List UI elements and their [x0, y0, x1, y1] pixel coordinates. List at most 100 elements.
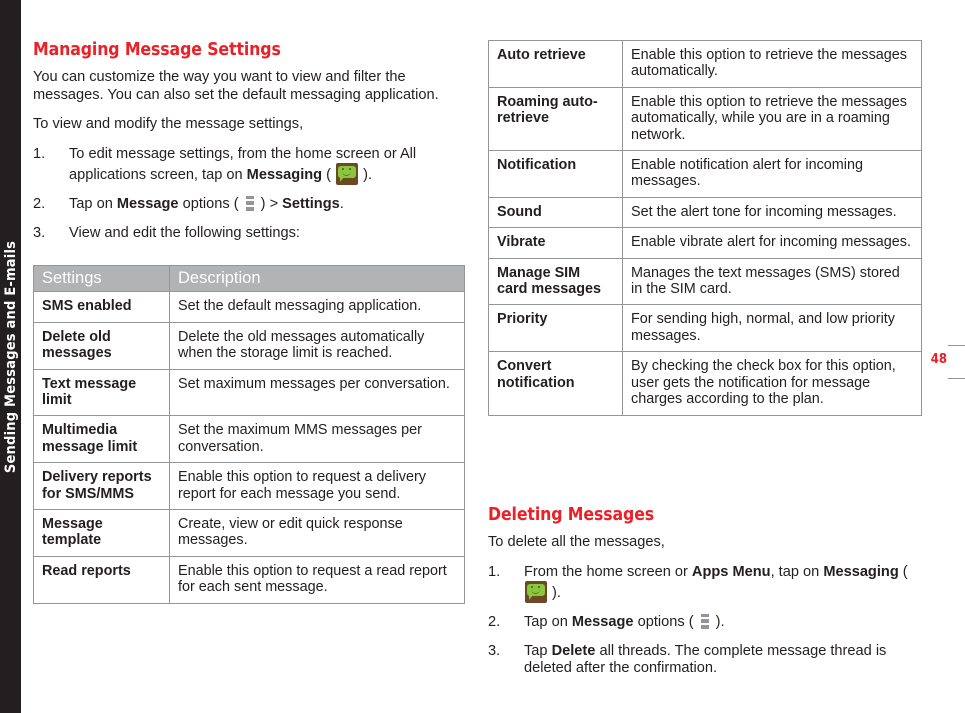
list-item: 1. From the home screen or Apps Menu, tap… [488, 564, 908, 604]
table-row: Multimedia message limit Set the maximum… [33, 415, 465, 464]
table-row: Vibrate Enable vibrate alert for incomin… [488, 227, 922, 259]
step-text-mid: , tap on [770, 563, 824, 580]
page-number-rule-bottom [948, 378, 965, 379]
step-text: Tap on [69, 196, 117, 213]
right-column: Auto retrieve Enable this option to retr… [488, 0, 922, 713]
setting-name: Message template [33, 509, 170, 557]
list-item: 3. View and edit the following settings: [33, 225, 453, 243]
setting-name: Vibrate [488, 227, 623, 259]
step-bold-term: Apps Menu [691, 563, 771, 580]
step-number: 1. [33, 145, 46, 162]
managing-message-settings-section: Managing Message Settings You can custom… [33, 40, 453, 254]
page-number-rule-top [948, 345, 965, 346]
setting-description: By checking the check box for this optio… [622, 351, 922, 416]
setting-name: Auto retrieve [488, 40, 623, 88]
list-item: 2. Tap on Message options ( ). [488, 614, 908, 632]
page-number: 48 [930, 352, 947, 367]
column-header-description: Description [169, 264, 465, 293]
column-header-settings: Settings [33, 264, 170, 293]
deleting-steps-list: 1. From the home screen or Apps Menu, tap… [488, 564, 908, 678]
table-row: Auto retrieve Enable this option to retr… [488, 40, 922, 88]
setting-description: Enable notification alert for incoming m… [622, 150, 922, 198]
chapter-tab-label: Sending Messages and E-mails [2, 240, 19, 473]
table-row: Notification Enable notification alert f… [488, 150, 922, 198]
setting-name: SMS enabled [33, 291, 170, 323]
setting-name: Read reports [33, 555, 170, 604]
setting-name: Delete old messages [33, 321, 170, 370]
step-bold-term-2: Messaging [823, 563, 899, 580]
table-row: Delete old messages Delete the old messa… [33, 321, 465, 370]
step-text-after: ). [711, 614, 725, 631]
page-title: Managing Message Settings [33, 40, 281, 60]
setting-description: Set the maximum MMS messages per convers… [169, 415, 465, 464]
step-text: From the home screen or [524, 563, 692, 580]
table-row: Manage SIM card messages Manages the tex… [488, 257, 922, 306]
setting-name: Multimedia message limit [33, 415, 170, 464]
step-number: 1. [488, 563, 501, 580]
list-item: 2. Tap on Message options ( ) > Settings. [33, 196, 453, 214]
intro-paragraph: You can customize the way you want to vi… [33, 69, 439, 103]
setting-name: Text message limit [33, 368, 170, 417]
table-row: Sound Set the alert tone for incoming me… [488, 196, 922, 229]
step-text-after: ) > [256, 196, 283, 213]
deleting-messages-title: Deleting Messages [488, 505, 655, 525]
setting-name: Convert notification [488, 351, 623, 416]
deleting-messages-section: Deleting Messages To delete all the mess… [488, 505, 908, 689]
settings-table-container: Settings Description SMS enabled Set the… [33, 264, 465, 604]
setting-description: Create, view or edit quick response mess… [169, 509, 465, 557]
setting-description: Enable this option to retrieve the messa… [622, 40, 922, 88]
setting-name: Roaming auto-retrieve [488, 86, 623, 152]
settings-table-continued-container: Auto retrieve Enable this option to retr… [488, 40, 922, 416]
left-column: Managing Message Settings You can custom… [33, 0, 465, 713]
list-item: 3. Tap Delete all threads. The complete m… [488, 643, 908, 678]
step-number: 3. [488, 642, 501, 659]
setting-description: Enable this option to request a delivery… [169, 462, 465, 511]
setting-description: Set the default messaging application. [169, 291, 465, 323]
table-header-row: Settings Description [33, 264, 465, 293]
table-row: Priority For sending high, normal, and l… [488, 304, 922, 353]
setting-name: Manage SIM card messages [488, 257, 623, 306]
setting-description: For sending high, normal, and low priori… [622, 304, 922, 353]
setting-description: Set the alert tone for incoming messages… [622, 196, 922, 229]
step-text-mid: options ( [633, 614, 698, 631]
step-number: 2. [33, 196, 46, 213]
setting-name: Priority [488, 304, 623, 353]
setting-description: Manages the text messages (SMS) stored i… [622, 257, 922, 306]
deleting-lead-in-text: To delete all the messages, [488, 534, 665, 550]
setting-name: Sound [488, 196, 623, 229]
setting-description: Enable vibrate alert for incoming messag… [622, 227, 922, 259]
step-bold-term: Delete [551, 642, 596, 659]
step-text: View and edit the following settings: [69, 224, 300, 241]
table-row: Convert notification By checking the che… [488, 351, 922, 416]
settings-table-continued: Auto retrieve Enable this option to retr… [488, 40, 922, 416]
step-text-after: ( [898, 563, 908, 580]
chapter-tab: Sending Messages and E-mails [0, 0, 21, 713]
settings-table: Settings Description SMS enabled Set the… [33, 264, 465, 604]
setting-description: Delete the old messages automatically wh… [169, 321, 465, 370]
step-bold-term: Message [116, 196, 179, 213]
step-text-end: ). [548, 585, 561, 602]
step-bold-term: Messaging [246, 167, 323, 184]
setting-name: Delivery reports for SMS/MMS [33, 462, 170, 511]
table-row: Message template Create, view or edit qu… [33, 509, 465, 557]
step-number: 3. [33, 224, 46, 241]
table-row: SMS enabled Set the default messaging ap… [33, 291, 465, 323]
setting-description: Enable this option to retrieve the messa… [622, 86, 922, 152]
messaging-app-icon [525, 581, 547, 604]
lead-in-text: To view and modify the message settings, [33, 116, 304, 133]
step-text-end: . [339, 196, 344, 213]
setting-name: Notification [488, 150, 623, 198]
messaging-app-icon [336, 163, 359, 186]
table-row: Text message limit Set maximum messages … [33, 368, 465, 417]
step-number: 2. [488, 614, 501, 631]
step-bold-term: Message [571, 614, 634, 631]
step-text: Tap [524, 642, 552, 659]
step-text: Tap on [524, 614, 572, 631]
list-item: 1. To edit message settings, from the hom… [33, 146, 453, 186]
step-text-mid: ( [322, 167, 336, 184]
step-bold-term-2: Settings [282, 196, 340, 213]
overflow-menu-icon [245, 196, 254, 212]
table-row: Roaming auto-retrieve Enable this option… [488, 86, 922, 152]
step-text-mid: options ( [178, 196, 243, 213]
overflow-menu-icon [700, 614, 709, 630]
